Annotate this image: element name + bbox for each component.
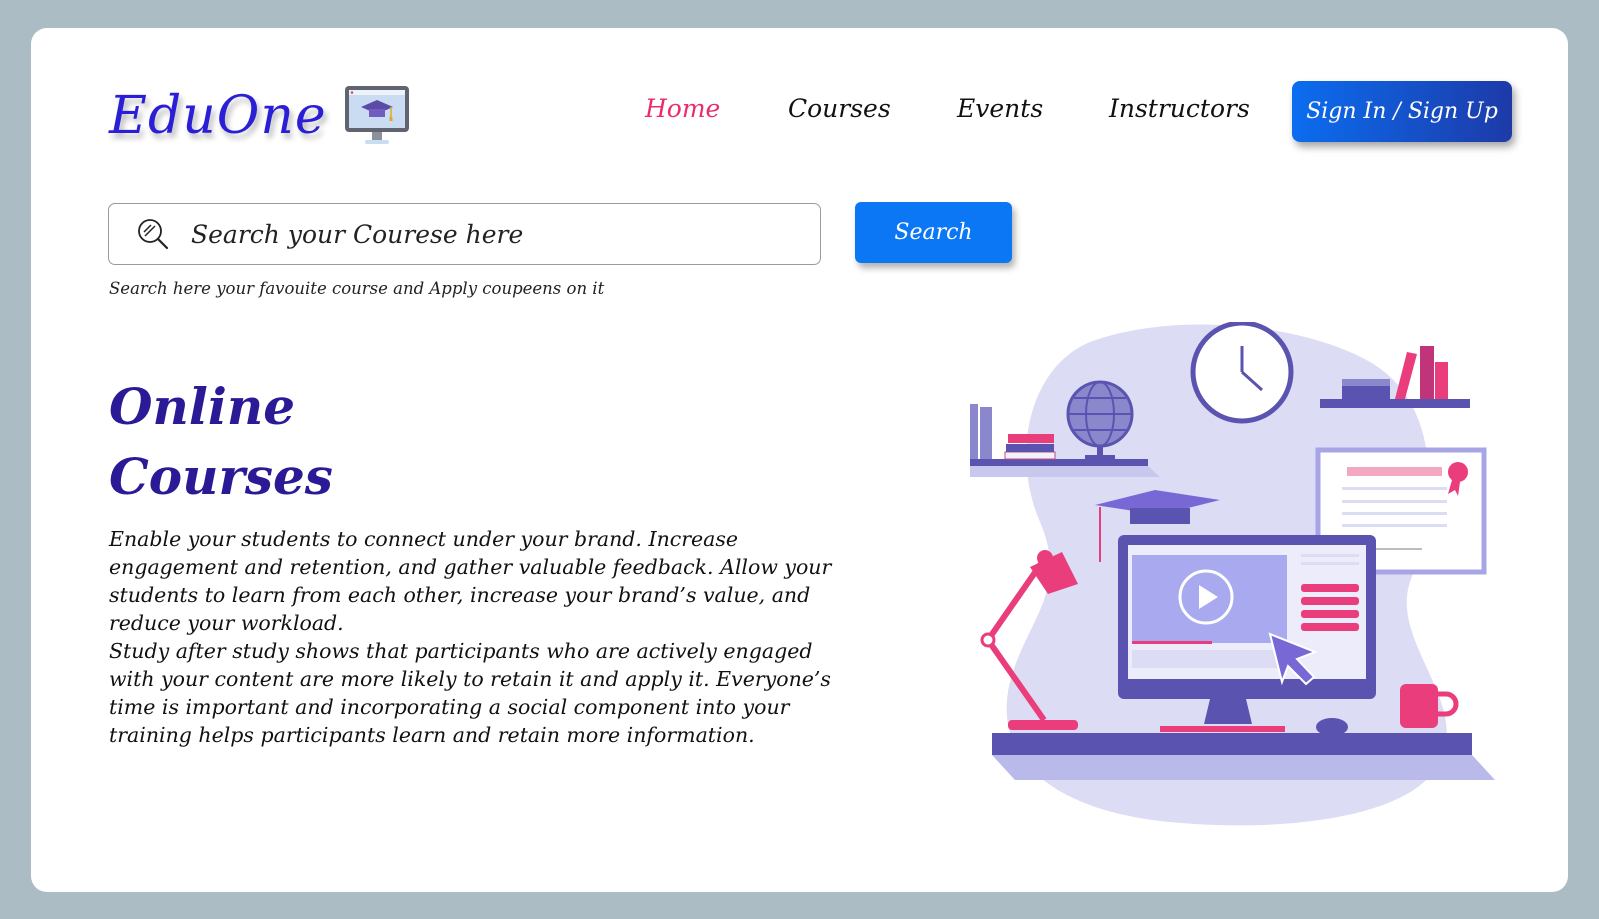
hero-title-line2: Courses <box>109 447 333 506</box>
nav-events[interactable]: Events <box>957 94 1043 123</box>
search-button[interactable]: Search <box>855 202 1012 263</box>
brand-name: EduOne <box>109 86 327 146</box>
online-learning-illustration <box>970 322 1495 826</box>
left-shelf <box>970 459 1148 466</box>
nav-instructors[interactable]: Instructors <box>1109 94 1250 123</box>
search-field[interactable] <box>108 203 821 265</box>
hero-title: Online Courses <box>109 372 333 512</box>
monitor-graduation-cap-icon <box>344 86 409 144</box>
search-icon <box>138 219 169 250</box>
nav-courses[interactable]: Courses <box>788 94 891 123</box>
brand-logo[interactable]: EduOne <box>109 80 413 152</box>
hero-paragraph-2: Study after study shows that participant… <box>109 639 831 747</box>
search-input[interactable] <box>191 219 751 249</box>
hero-paragraph-1: Enable your students to connect under yo… <box>109 527 832 635</box>
hero-title-line1: Online <box>109 377 296 436</box>
right-shelf <box>1320 399 1470 408</box>
nav-home[interactable]: Home <box>645 94 720 123</box>
sign-in-sign-up-button[interactable]: Sign In / Sign Up <box>1292 81 1512 142</box>
search-hint: Search here your favouite course and App… <box>109 279 605 298</box>
desk <box>992 733 1472 755</box>
mug <box>1400 684 1438 728</box>
